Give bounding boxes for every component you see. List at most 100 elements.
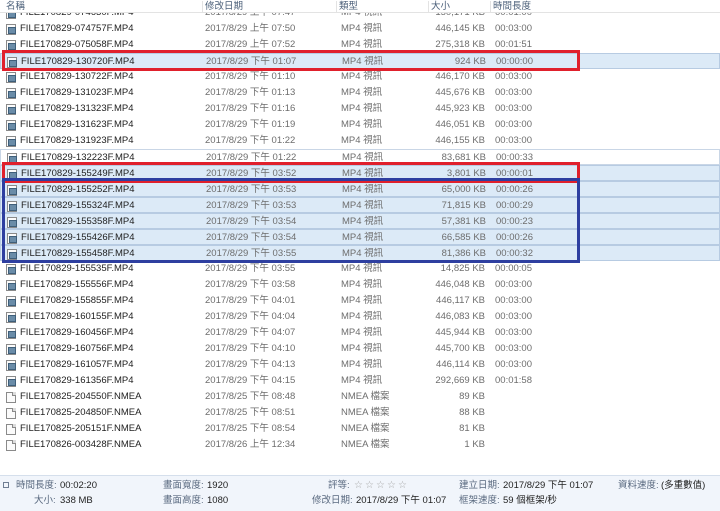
file-name: FILE170829-130720F.MP4	[21, 56, 135, 67]
file-modified-date: 2017/8/29 下午 04:04	[205, 311, 296, 322]
file-row[interactable]: FILE170829-155556F.MP4 2017/8/29 下午 03:58…	[0, 277, 720, 293]
file-size: 1 KB	[464, 439, 485, 450]
file-row[interactable]: FILE170829-131623F.MP4 2017/8/29 下午 01:19…	[0, 117, 720, 133]
file-row[interactable]: FILE170829-161356F.MP4 2017/8/29 下午 04:15…	[0, 373, 720, 389]
file-name: FILE170829-155458F.MP4	[21, 248, 135, 259]
file-row[interactable]: FILE170826-003428F.NMEA 2017/8/26 上午 12:3…	[0, 437, 720, 453]
file-row[interactable]: FILE170829-155855F.MP4 2017/8/29 下午 04:01…	[0, 293, 720, 309]
file-type: MP4 視訊	[342, 248, 384, 259]
file-type: MP4 視訊	[341, 39, 383, 50]
file-size: 446,117 KB	[436, 295, 485, 306]
file-row[interactable]: FILE170829-074757F.MP4 2017/8/29 上午 07:50…	[0, 21, 720, 37]
document-file-icon	[6, 392, 16, 403]
file-row[interactable]: FILE170829-130722F.MP4 2017/8/29 下午 01:10…	[0, 69, 720, 85]
file-row[interactable]: FILE170829-155324F.MP4 2017/8/29 下午 03:53…	[0, 197, 720, 213]
file-duration: 00:03:00	[495, 135, 532, 146]
video-file-icon	[7, 57, 17, 68]
column-header-name[interactable]: 名稱	[4, 1, 202, 13]
file-row[interactable]: FILE170829-160756F.MP4 2017/8/29 下午 04:10…	[0, 341, 720, 357]
details-toggle-icon[interactable]	[3, 482, 9, 488]
file-row[interactable]: FILE170829-155458F.MP4 2017/8/29 下午 03:55…	[0, 245, 720, 261]
file-size: 445,700 KB	[435, 343, 485, 354]
rating-star-icon[interactable]: ☆	[386, 480, 397, 492]
created-label: 建立日期:	[459, 480, 500, 491]
file-name: FILE170829-161057F.MP4	[20, 359, 134, 370]
video-file-icon	[6, 104, 16, 115]
file-type: MP4 視訊	[341, 343, 383, 354]
file-row[interactable]: FILE170825-204550F.NMEA 2017/8/25 下午 08:4…	[0, 389, 720, 405]
file-name: FILE170829-131323F.MP4	[20, 103, 134, 114]
file-duration: 00:03:00	[495, 311, 532, 322]
file-size: 81 KB	[459, 423, 485, 434]
video-file-icon	[7, 233, 17, 244]
file-row[interactable]: FILE170829-155426F.MP4 2017/8/29 下午 03:54…	[0, 229, 720, 245]
file-type: MP4 視訊	[341, 87, 383, 98]
file-row[interactable]: FILE170829-131023F.MP4 2017/8/29 下午 01:13…	[0, 85, 720, 101]
file-list-view[interactable]: 名稱 修改日期 類型 大小 時間長度 FILE170829-074630F.MP…	[0, 0, 720, 475]
file-row[interactable]: FILE170829-075058F.MP4 2017/8/29 上午 07:52…	[0, 37, 720, 53]
column-header-date[interactable]: 修改日期	[202, 1, 336, 13]
column-header-size[interactable]: 大小	[428, 1, 490, 13]
file-row[interactable]: FILE170829-131923F.MP4 2017/8/29 下午 01:22…	[0, 133, 720, 149]
file-name: FILE170829-131623F.MP4	[20, 119, 134, 130]
file-type: MP4 視訊	[341, 71, 383, 82]
file-row[interactable]: FILE170829-130720F.MP4 2017/8/29 下午 01:07…	[0, 53, 720, 69]
file-size: 446,048 KB	[435, 279, 485, 290]
file-row[interactable]: FILE170825-205151F.NMEA 2017/8/25 下午 08:5…	[0, 421, 720, 437]
file-name: FILE170829-160756F.MP4	[20, 343, 134, 354]
file-modified-date: 2017/8/29 下午 01:16	[205, 103, 296, 114]
file-type: MP4 視訊	[341, 295, 383, 306]
file-type: MP4 視訊	[341, 135, 383, 146]
file-type: MP4 視訊	[341, 327, 383, 338]
file-row[interactable]: FILE170829-155252F.MP4 2017/8/29 下午 03:53…	[0, 181, 720, 197]
rating-star-icon[interactable]: ☆	[353, 480, 364, 492]
file-row[interactable]: FILE170829-131323F.MP4 2017/8/29 下午 01:16…	[0, 101, 720, 117]
video-file-icon	[6, 120, 16, 131]
file-modified-date: 2017/8/29 上午 07:52	[205, 39, 296, 50]
file-modified-date: 2017/8/29 下午 03:58	[205, 279, 296, 290]
file-modified-date: 2017/8/29 下午 04:01	[205, 295, 296, 306]
file-size: 446,083 KB	[435, 311, 485, 322]
column-header-duration[interactable]: 時間長度	[490, 1, 580, 13]
video-file-icon	[7, 249, 17, 260]
file-modified-date: 2017/8/29 下午 04:13	[205, 359, 296, 370]
file-size: 88 KB	[459, 407, 485, 418]
rating-star-icon[interactable]: ☆	[364, 480, 375, 492]
video-file-icon	[7, 217, 17, 228]
file-duration: 00:03:00	[495, 279, 532, 290]
file-row[interactable]: FILE170829-155358F.MP4 2017/8/29 下午 03:54…	[0, 213, 720, 229]
file-type: MP4 視訊	[341, 119, 383, 130]
document-file-icon	[6, 424, 16, 435]
file-type: MP4 視訊	[341, 375, 383, 386]
file-name: FILE170829-155358F.MP4	[21, 216, 135, 227]
file-modified-date: 2017/8/29 下午 04:10	[205, 343, 296, 354]
file-row[interactable]: FILE170829-161057F.MP4 2017/8/29 下午 04:13…	[0, 357, 720, 373]
rating-star-icon[interactable]: ☆	[397, 480, 408, 492]
column-header-type[interactable]: 類型	[336, 1, 426, 13]
file-duration: 00:00:00	[496, 56, 533, 67]
file-duration: 00:03:00	[495, 359, 532, 370]
file-row[interactable]: FILE170829-155249F.MP4 2017/8/29 下午 03:52…	[0, 165, 720, 181]
file-row[interactable]: FILE170829-160155F.MP4 2017/8/29 下午 04:04…	[0, 309, 720, 325]
rating-star-icon[interactable]: ☆	[375, 480, 386, 492]
file-name: FILE170829-160456F.MP4	[20, 327, 134, 338]
file-row[interactable]: FILE170829-155535F.MP4 2017/8/29 下午 03:55…	[0, 261, 720, 277]
size-label: 大小:	[34, 495, 56, 506]
file-type: MP4 視訊	[341, 103, 383, 114]
file-type: MP4 視訊	[342, 216, 384, 227]
rating-stars[interactable]: ☆ ☆ ☆ ☆ ☆	[353, 480, 408, 492]
file-row[interactable]: FILE170825-204850F.NMEA 2017/8/25 下午 08:5…	[0, 405, 720, 421]
file-row[interactable]: FILE170829-160456F.MP4 2017/8/29 下午 04:07…	[0, 325, 720, 341]
file-type: MP4 視訊	[342, 200, 384, 211]
file-size: 445,944 KB	[435, 327, 485, 338]
file-duration: 00:00:05	[495, 263, 532, 274]
file-modified-date: 2017/8/25 下午 08:51	[205, 407, 296, 418]
file-size: 446,170 KB	[435, 71, 485, 82]
file-modified-date: 2017/8/29 下午 04:15	[205, 375, 296, 386]
file-modified-date: 2017/8/29 下午 01:10	[205, 71, 296, 82]
file-modified-date: 2017/8/29 下午 03:54	[206, 216, 297, 227]
framerate-label: 框架速度:	[459, 495, 500, 506]
file-name: FILE170825-204550F.NMEA	[20, 391, 142, 402]
file-row[interactable]: FILE170829-132223F.MP4 2017/8/29 下午 01:22…	[0, 149, 720, 165]
file-type: MP4 視訊	[341, 263, 383, 274]
